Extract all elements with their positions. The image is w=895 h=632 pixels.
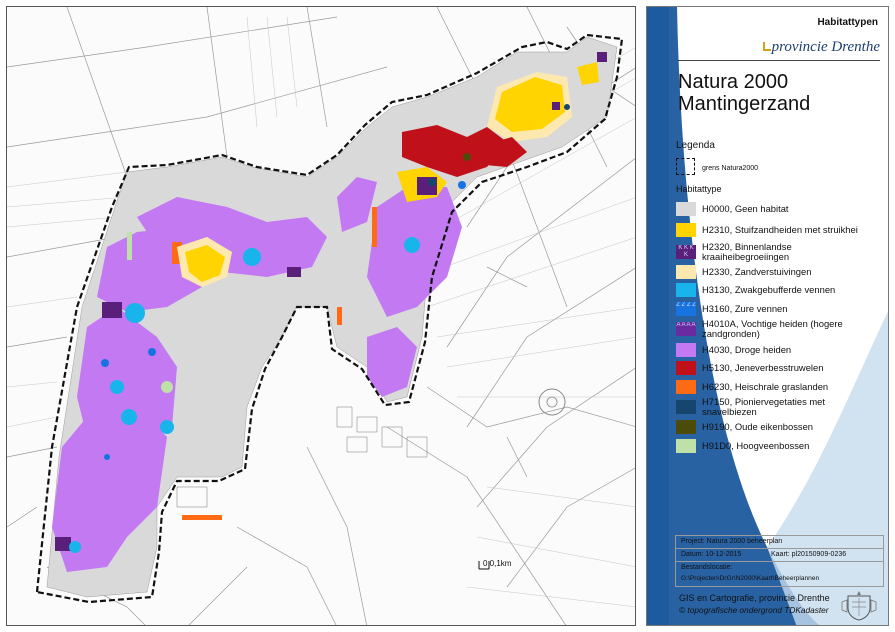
legend-item: H2310, Stuifzandheiden met struikhei [676,219,876,241]
legend-label: H2310, Stuifzandheiden met struikhei [702,223,858,235]
legend-item: A A A A H4010A, Vochtige heiden (hogere z… [676,318,876,340]
legend-swatch [676,283,696,298]
habitat-map[interactable] [7,7,636,626]
area-title: Natura 2000 Mantingerzand [678,71,810,115]
legend-item: H0000, Geen habitat [676,200,876,219]
map-id-label: Kaart: pl20150909-0236 [771,551,847,558]
legend-item: Z Z Z Z H3160, Zure vennen [676,300,876,319]
divider [676,548,883,549]
legend-label: H7150, Pioniervegetaties met snavelbieze… [702,396,825,418]
legend-swatch [676,420,696,435]
boundary-label: grens Natura2000 [702,165,759,172]
legend-swatch [676,400,696,415]
legend-label: H0000, Geen habitat [702,203,789,215]
file-path: G:\Projecten\DrGr\N2000\Kaart\Beheerplan… [681,575,820,582]
legend-label: H4030, Droge heiden [702,343,792,355]
legend-swatch: Z Z Z Z [676,302,696,317]
sheet-title: Habitattypen [817,17,878,28]
file-label: Bestandslocatie: [681,564,733,571]
legend-label: H3130, Zwakgebufferde vennen [702,284,836,296]
legend-label: H6230, Heischrale graslanden [702,380,829,392]
logo-mark-icon [762,42,771,51]
legend-item: H91D0, Hoogveenbossen [676,437,876,456]
credit-line: GIS en Cartografie, provincie Drenthe [679,593,830,603]
legend-item: H2330, Zandverstuivingen [676,263,876,282]
legend-heading: Legenda [676,140,715,151]
legend-swatch [676,439,696,454]
area-title-line1: Natura 2000 [678,71,789,93]
project-label: Project: Natura 2000 beheerplan [681,538,783,545]
legend-swatch: K K K K [676,244,696,259]
coat-of-arms-icon [841,591,877,621]
legend-label: H2320, Binnenlandse kraaiheibegroeiingen [702,240,792,262]
boundary-swatch [676,158,695,175]
map-panel[interactable]: 0 0,1km [6,6,636,626]
legend-label: H9190, Oude eikenbossen [702,421,814,433]
legend-swatch [676,202,696,217]
legend-label: H2330, Zandverstuivingen [702,265,812,277]
divider [676,561,883,562]
legend-label: H91D0, Hoogveenbossen [702,440,810,452]
legend-item: H7150, Pioniervegetaties met snavelbieze… [676,396,876,418]
legend-swatch [676,361,696,376]
legend-item: H5130, Jeneverbesstruwelen [676,359,876,378]
legend-sidebar: Habitattypen provincie Drenthe Natura 20… [646,6,889,626]
legend-item: H6230, Heischrale graslanden [676,378,876,397]
logo-text: provincie Drenthe [771,39,880,55]
legend-label: H4010A, Vochtige heiden (hogere zandgron… [702,318,843,340]
logo-divider [677,60,880,61]
legend-swatch [676,222,696,237]
project-info-box: Project: Natura 2000 beheerplan Datum: 1… [675,535,884,587]
legend-label: H3160, Zure vennen [702,303,788,315]
legend-list: H0000, Geen habitat H2310, Stuifzandheide… [676,200,876,455]
province-logo: provincie Drenthe [762,39,880,56]
legend-swatch: A A A A [676,322,696,337]
legend-swatch [676,342,696,357]
legend-swatch [676,379,696,394]
copyright-line: © topografische ondergrond TDKadaster [679,605,829,615]
date-label: Datum: 10-12-2015 [681,551,742,558]
scale-label: 0 0,1km [483,559,512,568]
legend-item: K K K K H2320, Binnenlandse kraaiheibegro… [676,241,876,263]
legend-item: H3130, Zwakgebufferde vennen [676,281,876,300]
h9190-areas [463,153,471,161]
legend-item: H4030, Droge heiden [676,340,876,359]
legend-label: H5130, Jeneverbesstruwelen [702,362,824,374]
legend-item: H9190, Oude eikenbossen [676,418,876,437]
area-title-line2: Mantingerzand [678,93,811,115]
habitat-heading: Habitattype [676,184,722,194]
legend-swatch [676,264,696,279]
